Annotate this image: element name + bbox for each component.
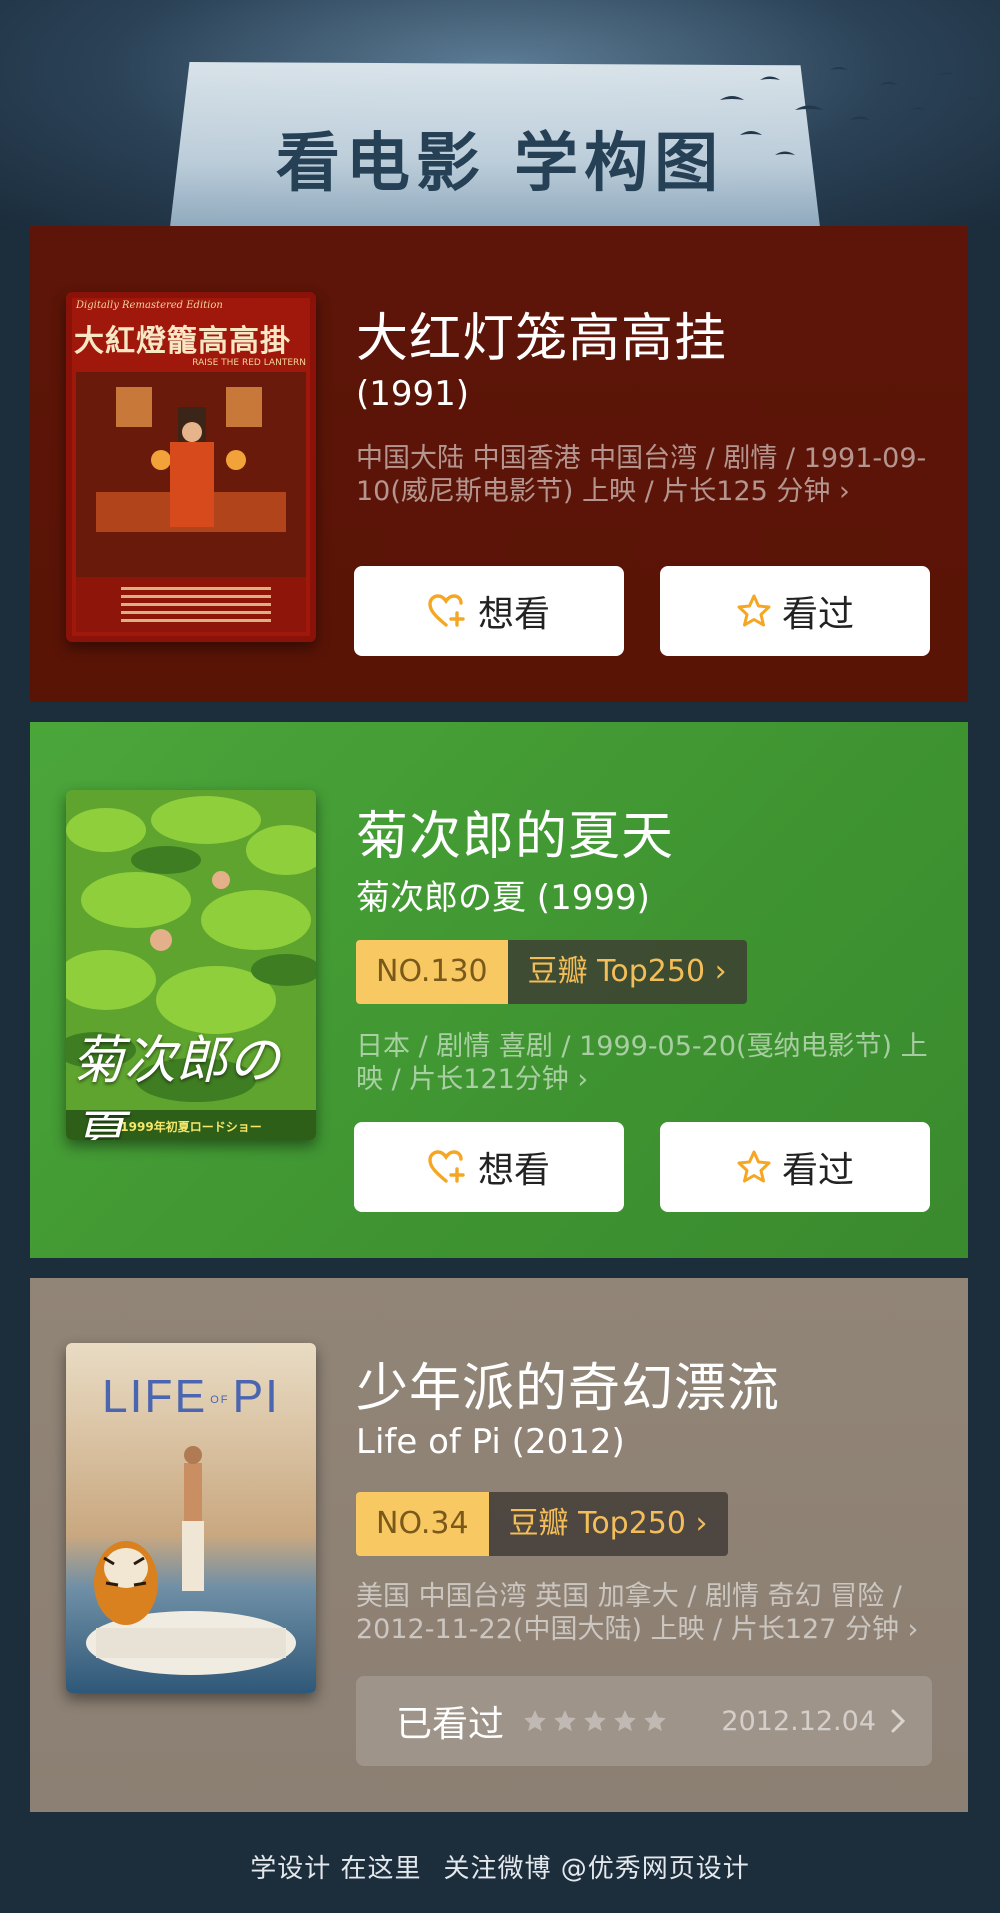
douban-rank-badge[interactable]: NO.130 豆瓣 Top250 › (356, 940, 747, 1004)
movie-original-title: 菊次郎の夏 (1999) (356, 878, 650, 918)
star-icon (584, 1710, 606, 1732)
heart-plus-icon (428, 1150, 465, 1183)
movie-original-title: Life of Pi (2012) (356, 1422, 625, 1462)
douban-rank-badge[interactable]: NO.34 豆瓣 Top250 › (356, 1492, 728, 1556)
want-to-watch-button[interactable]: 想看 (354, 566, 624, 656)
chevron-right-icon (891, 1709, 906, 1733)
footer: 学设计 在这里 关注微博 @优秀网页设计 (0, 1848, 1000, 1885)
star-icon (737, 1150, 771, 1183)
watched-label: 看过 (781, 1150, 854, 1191)
want-to-watch-label: 想看 (477, 594, 550, 635)
want-to-watch-button[interactable]: 想看 (354, 1122, 624, 1212)
poster-title-of: OF (210, 1393, 230, 1406)
star-icon (614, 1710, 636, 1732)
poster-title-life: LIFE (102, 1370, 208, 1422)
footer-slogan: 学设计 在这里 (250, 1854, 422, 1884)
poster-edition-text: Digitally Remastered Edition (76, 300, 223, 311)
top250-link[interactable]: 豆瓣 Top250 › (507, 940, 747, 1004)
movie-info-link[interactable]: 中国大陆 中国香港 中国台湾 / 剧情 / 1991-09-10(威尼斯电影节)… (356, 442, 946, 508)
movie-card-raise-the-red-lantern[interactable]: Digitally Remastered Edition 大紅燈籠高高掛 RAI… (30, 226, 968, 702)
star-icon (554, 1710, 576, 1732)
want-to-watch-label: 想看 (477, 1150, 550, 1191)
watched-status-label: 已看过 (396, 1704, 505, 1745)
rank-number: NO.130 (356, 940, 508, 1004)
watched-button[interactable]: 看过 (660, 566, 930, 656)
movie-card-life-of-pi[interactable]: LIFE OFPI 少年派的奇幻漂流 Life of Pi (2012) NO.3… (30, 1278, 968, 1812)
movie-card-kikujiro[interactable]: 菊次郎の夏 1999年初夏ロードショー 菊次郎的夏天 菊次郎の夏 (1999) … (30, 722, 968, 1258)
movie-year: (1991) (356, 374, 470, 414)
movie-info-link[interactable]: 美国 中国台湾 英国 加拿大 / 剧情 奇幻 冒险 / 2012-11-22(中… (356, 1580, 946, 1646)
watched-label: 看过 (781, 594, 854, 635)
footer-weibo[interactable]: 关注微博 @优秀网页设计 (444, 1854, 750, 1884)
poster-release-text: 1999年初夏ロードショー (120, 1120, 262, 1134)
movie-title: 菊次郎的夏天 (356, 807, 675, 867)
watched-button[interactable]: 看过 (660, 1122, 930, 1212)
watched-date: 2012.12.04 (721, 1705, 876, 1737)
movie-poster[interactable]: 菊次郎の夏 1999年初夏ロードショー (66, 790, 316, 1140)
top250-link[interactable]: 豆瓣 Top250 › (488, 1492, 728, 1556)
header-banner: 看电影 学构图 (0, 0, 1000, 230)
movie-poster[interactable]: LIFE OFPI (66, 1343, 316, 1693)
poster-title-text: 大紅燈籠高高掛 (74, 324, 291, 359)
movie-poster[interactable]: Digitally Remastered Edition 大紅燈籠高高掛 RAI… (66, 292, 316, 642)
rank-number: NO.34 (356, 1492, 489, 1556)
star-icon (737, 594, 771, 627)
rating-stars (522, 1708, 668, 1734)
movie-info-link[interactable]: 日本 / 剧情 喜剧 / 1999-05-20(戛纳电影节) 上映 / 片长12… (356, 1030, 946, 1096)
poster-english-text: RAISE THE RED LANTERN (192, 358, 306, 368)
star-icon (644, 1710, 666, 1732)
movie-title: 大红灯笼高高挂 (356, 309, 728, 369)
movie-title: 少年派的奇幻漂流 (356, 1359, 781, 1419)
poster-title-pi: PI (232, 1370, 280, 1422)
poster-title-group: LIFE OFPI (66, 1369, 316, 1423)
heart-plus-icon (428, 594, 465, 627)
watched-status-bar[interactable]: 已看过 2012.12.04 (356, 1676, 932, 1766)
page-title: 看电影 学构图 (275, 127, 725, 201)
star-icon (524, 1710, 546, 1732)
